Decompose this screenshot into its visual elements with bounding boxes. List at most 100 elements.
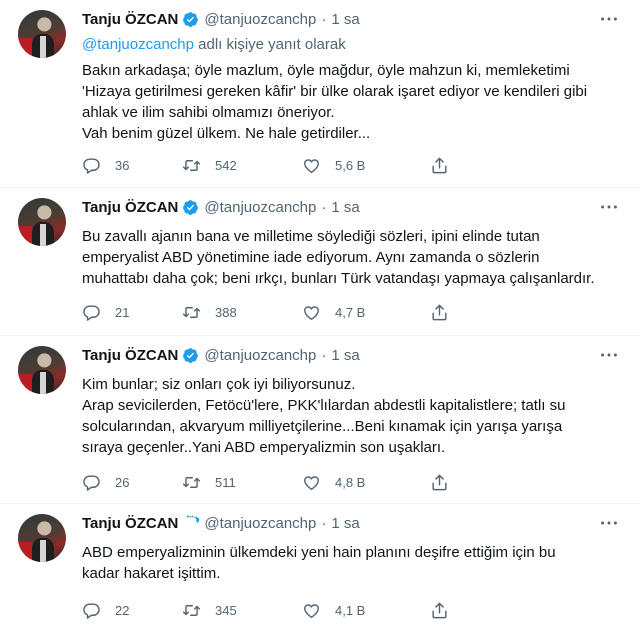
more-options-icon[interactable]: [598, 196, 620, 218]
like-count: 4,7 B: [335, 304, 366, 320]
retweet-button[interactable]: 542: [182, 153, 302, 177]
retweet-icon: [182, 476, 201, 488]
reply-context: @tanjuozcanchp adlı kişiye yanıt olarak: [82, 36, 346, 53]
author-handle[interactable]: @tanjuozcanchp: [204, 347, 316, 364]
like-icon: [304, 158, 319, 173]
share-button[interactable]: [430, 470, 470, 494]
tweet-text-line: kadar hakaret işittim.: [82, 565, 221, 582]
separator-dot: ·: [321, 346, 327, 364]
reply-icon: [83, 602, 100, 619]
author-name[interactable]: Tanju ÖZCAN: [82, 347, 178, 364]
tweet-text: ABD emperyalizminin ülkemdeki yeni hain …: [82, 542, 626, 584]
timestamp[interactable]: 1 sa: [331, 515, 359, 532]
like-button[interactable]: 4,1 B: [302, 598, 430, 622]
retweet-icon: [182, 306, 201, 318]
reply-icon: [83, 157, 100, 174]
tweet-actions: 26 511 4,8 B: [82, 470, 542, 494]
tweet[interactable]: Tanju ÖZCAN @tanjuozcanchp · 1 sa ABD em…: [0, 504, 640, 630]
like-count: 5,6 B: [335, 157, 366, 173]
retweet-icon: [182, 604, 201, 616]
tweet-text-line: Vah benim güzel ülkem. Ne hale getirdile…: [82, 125, 371, 142]
author-name[interactable]: Tanju ÖZCAN: [82, 199, 178, 216]
reply-to-link[interactable]: @tanjuozcanchp: [82, 36, 194, 53]
reply-icon: [83, 474, 100, 491]
like-icon: [304, 305, 319, 320]
like-count: 4,1 B: [335, 602, 366, 618]
reply-button[interactable]: 26: [82, 470, 182, 494]
tweet-text-line: Bakın arkadaşa; öyle mazlum, öyle mağdur…: [82, 62, 570, 79]
author-handle[interactable]: @tanjuozcanchp: [204, 515, 316, 532]
tweet-text-line: emperyalist ABD yönetimine iade ediyorum…: [82, 249, 540, 266]
retweet-button[interactable]: 345: [182, 598, 302, 622]
share-icon: [432, 157, 447, 173]
reply-count: 26: [115, 474, 130, 490]
reply-icon: [83, 304, 100, 321]
timestamp[interactable]: 1 sa: [331, 11, 359, 28]
like-count: 4,8 B: [335, 474, 366, 490]
separator-dot: ·: [321, 514, 327, 532]
tweet-text-line: ABD emperyalizminin ülkemdeki yeni hain …: [82, 544, 556, 561]
tweet-text-line: muhattabı daha çok; beni ırkçı, bunları …: [82, 270, 595, 287]
retweet-button[interactable]: 388: [182, 300, 302, 324]
separator-dot: ·: [321, 10, 327, 28]
more-options-icon[interactable]: [598, 8, 620, 30]
separator-dot: ·: [321, 198, 327, 216]
tweet-actions: 36 542 5,6 B: [82, 153, 542, 177]
tweet-text-line: Bu zavallı ajanın bana ve milletime söyl…: [82, 228, 540, 245]
like-button[interactable]: 5,6 B: [302, 153, 430, 177]
tweet[interactable]: Tanju ÖZCAN @tanjuozcanchp · 1 sa Kim bu…: [0, 336, 640, 504]
tweet-actions: 21 388 4,7 B: [82, 300, 542, 324]
like-button[interactable]: 4,7 B: [302, 300, 430, 324]
tweet-header: Tanju ÖZCAN @tanjuozcanchp · 1 sa: [82, 196, 620, 218]
tweet-header: Tanju ÖZCAN @tanjuozcanchp · 1 sa: [82, 8, 620, 30]
author-name[interactable]: Tanju ÖZCAN: [82, 515, 178, 532]
tweet-text-line: solcularından, akvaryum milliyetçilerine…: [82, 418, 563, 435]
avatar[interactable]: [18, 198, 66, 246]
verified-badge-icon: [183, 199, 199, 215]
retweet-count: 542: [215, 157, 237, 173]
like-icon: [304, 603, 319, 618]
tweet-text: Bu zavallı ajanın bana ve milletime söyl…: [82, 226, 626, 289]
tweet-header: Tanju ÖZCAN @tanjuozcanchp · 1 sa: [82, 512, 620, 534]
like-button[interactable]: 4,8 B: [302, 470, 430, 494]
share-button[interactable]: [430, 598, 470, 622]
verified-badge-icon: [183, 347, 199, 363]
timestamp[interactable]: 1 sa: [331, 199, 359, 216]
tweet-text: Bakın arkadaşa; öyle mazlum, öyle mağdur…: [82, 60, 626, 144]
tweet-text-line: 'Hizaya getirilmesi gereken kâfir' bir ü…: [82, 83, 588, 100]
tweet[interactable]: Tanju ÖZCAN @tanjuozcanchp · 1 sa @tanju…: [0, 0, 640, 188]
reply-button[interactable]: 22: [82, 598, 182, 622]
retweet-count: 388: [215, 304, 237, 320]
author-handle[interactable]: @tanjuozcanchp: [204, 199, 316, 216]
like-icon: [304, 475, 319, 490]
reply-button[interactable]: 21: [82, 300, 182, 324]
reply-count: 22: [115, 602, 130, 618]
retweet-count: 511: [215, 474, 236, 490]
more-options-icon[interactable]: [598, 512, 620, 534]
share-button[interactable]: [430, 300, 470, 324]
avatar[interactable]: [18, 514, 66, 562]
reply-count: 36: [115, 157, 130, 173]
share-icon: [432, 304, 447, 320]
retweet-count: 345: [215, 602, 237, 618]
tweet-header: Tanju ÖZCAN @tanjuozcanchp · 1 sa: [82, 344, 620, 366]
tweet-text: Kim bunlar; siz onları çok iyi biliyorsu…: [82, 374, 626, 458]
more-options-icon[interactable]: [598, 344, 620, 366]
tweet-text-line: Kim bunlar; siz onları çok iyi biliyorsu…: [82, 376, 356, 393]
timestamp[interactable]: 1 sa: [331, 347, 359, 364]
tweet-text-line: sıraya geçenler..Yani ABD emperyalizmin …: [82, 439, 446, 456]
author-name[interactable]: Tanju ÖZCAN: [82, 11, 178, 28]
avatar[interactable]: [18, 10, 66, 58]
avatar[interactable]: [18, 346, 66, 394]
reply-count: 21: [115, 304, 130, 320]
author-handle[interactable]: @tanjuozcanchp: [204, 11, 316, 28]
tweet-actions: 22 345 4,1 B: [82, 598, 542, 622]
verified-badge-icon: [183, 11, 199, 27]
verified-badge-icon: [187, 514, 200, 526]
retweet-button[interactable]: 511: [182, 470, 302, 494]
reply-button[interactable]: 36: [82, 153, 182, 177]
tweet[interactable]: Tanju ÖZCAN @tanjuozcanchp · 1 sa Bu zav…: [0, 188, 640, 336]
share-icon: [432, 602, 447, 618]
share-button[interactable]: [430, 153, 470, 177]
share-icon: [432, 474, 447, 490]
